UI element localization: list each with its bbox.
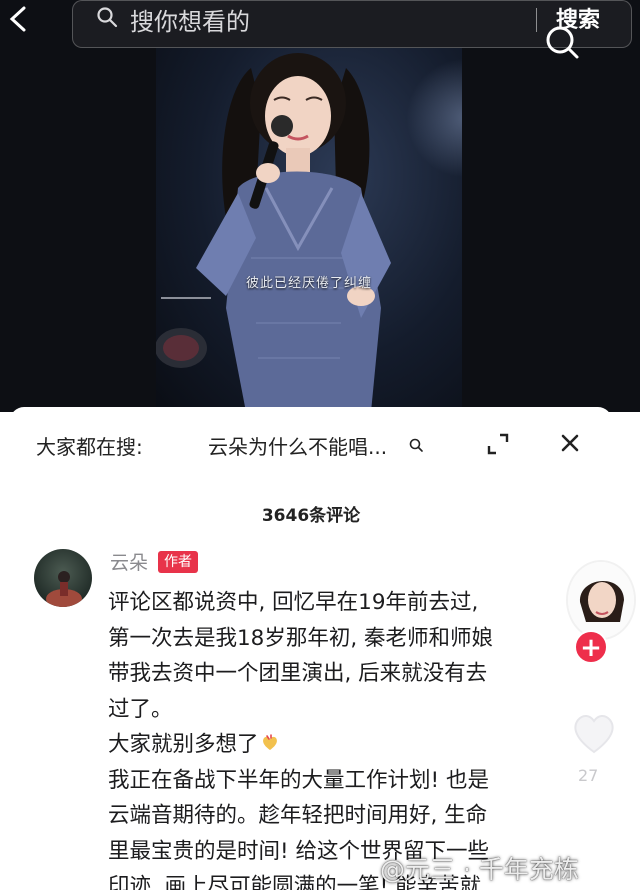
hot-search-label: 大家都在搜:: [36, 435, 143, 459]
like-count: 27: [578, 766, 599, 785]
expand-icon[interactable]: [485, 431, 511, 457]
author-badge: 作者: [158, 551, 198, 573]
singer-figure: [156, 53, 391, 412]
comment-line: 评论区都说资中, 回忆早在19年前去过,: [108, 590, 479, 615]
search-icon: [409, 438, 423, 452]
search-input[interactable]: 搜你想看的: [130, 2, 250, 37]
video-frame[interactable]: 彼此已经厌倦了纠缠: [156, 48, 462, 412]
avatar-image: [46, 571, 82, 607]
comment-text: 评论区都说资中, 回忆早在19年前去过, 第一次去是我18岁那年初, 秦老师和师…: [108, 585, 578, 890]
avatar[interactable]: [34, 549, 92, 607]
magnifier-icon: [546, 26, 579, 59]
heart-icon[interactable]: [566, 706, 622, 758]
comment-line: 我正在备战下半年的大量工作计划! 也是: [108, 767, 489, 793]
video-caption: 彼此已经厌倦了纠缠: [245, 276, 372, 291]
close-icon[interactable]: [558, 431, 582, 455]
hot-search-query[interactable]: 云朵为什么不能唱...: [208, 431, 387, 460]
comment-line: 云端音期待的。趁年轻把时间用好, 生命: [108, 803, 488, 828]
back-arrow-icon[interactable]: [6, 4, 32, 34]
search-divider: [536, 8, 537, 32]
comment-line: 大家就别多想了: [108, 732, 259, 757]
watermark: @元三 · 千年充栋: [380, 855, 579, 884]
comments-sheet: 大家都在搜: 云朵为什么不能唱... 3646条评论 云朵 作者 评论区都说资中…: [10, 407, 612, 890]
comment-line-with-emoji: 大家就别多想了: [108, 727, 578, 763]
comment-count: 3646条评论: [261, 506, 361, 526]
video-player[interactable]: 彼此已经厌倦了纠缠 搜你想看的 搜索: [0, 0, 640, 412]
creator-avatar-image: [568, 562, 634, 638]
follow-button[interactable]: +: [574, 630, 608, 664]
heart-hand-emoji-icon: [262, 734, 277, 750]
comment-author[interactable]: 云朵: [110, 548, 148, 575]
creator-avatar[interactable]: [566, 560, 636, 640]
comment-line: 第一次去是我18岁那年初, 秦老师和师娘: [108, 625, 494, 651]
search-icon: [97, 7, 118, 28]
comment-line: 带我去资中一个团里演出, 后来就没有去: [108, 661, 488, 686]
comment-line: 过了。: [108, 696, 173, 722]
